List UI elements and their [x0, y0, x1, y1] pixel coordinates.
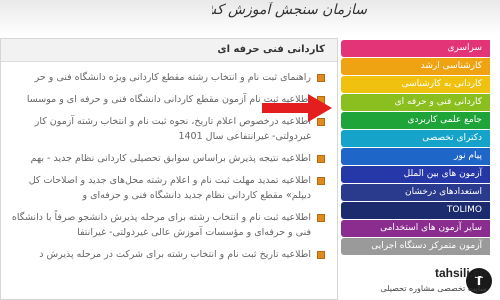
menu-item-elmi-karbordi[interactable]: جامع علمی کاربردی	[341, 112, 490, 129]
news-link[interactable]: اطلاعیه ثبت نام و انتخاب رشته برای مرحله…	[12, 212, 311, 238]
news-item[interactable]: راهنمای ثبت نام و انتخاب رشته مقطع کاردا…	[1, 66, 337, 88]
bullet-icon	[317, 74, 325, 82]
news-link[interactable]: راهنمای ثبت نام و انتخاب رشته مقطع کاردا…	[35, 72, 311, 83]
footer-tagline: سایت تخصصی مشاوره تحصیلی	[380, 284, 487, 293]
menu-item-executive[interactable]: آزمون متمرکز دستگاه اجرایی	[341, 238, 490, 255]
news-item[interactable]: اطلاعیه نتیجه پذیرش براساس سوابق تحصیلی …	[1, 147, 337, 169]
menu-item-fani-herfei[interactable]: کاردانی فنی و حرفه ای	[341, 94, 490, 111]
bullet-icon	[317, 177, 325, 185]
menu-item-hiring[interactable]: سایر آزمون های استخدامی	[341, 220, 490, 237]
menu-item-international[interactable]: آزمون های بین الملل	[341, 166, 490, 183]
menu-item-sarasari[interactable]: سراسری	[341, 40, 490, 57]
tahsili-logo: T tahsili.co سایت تخصصی مشاوره تحصیلی	[330, 266, 495, 298]
bullet-icon	[317, 251, 325, 259]
news-item[interactable]: اطلاعیه تاریخ ثبت نام و انتخاب رشته برای…	[1, 243, 337, 265]
menu-item-doctora[interactable]: دکترای تخصصی	[341, 130, 490, 147]
content-title: کاردانی فنی حرفه ای	[1, 39, 337, 62]
bullet-icon	[317, 155, 325, 163]
news-list: راهنمای ثبت نام و انتخاب رشته مقطع کاردا…	[1, 62, 337, 265]
category-menu: سراسری کارشناسی ارشد کاردانی به کارشناسی…	[341, 40, 490, 256]
menu-item-payam-noor[interactable]: پیام نور	[341, 148, 490, 165]
news-item[interactable]: اطلاعیه تمدید مهلت ثبت نام و اعلام رشته …	[1, 169, 337, 206]
menu-item-arshad[interactable]: کارشناسی ارشد	[341, 58, 490, 75]
news-link[interactable]: اطلاعیه تاریخ ثبت نام و انتخاب رشته برای…	[39, 249, 311, 260]
bullet-icon	[317, 214, 325, 222]
site-header: سازمان سنجش آموزش کشور	[0, 0, 500, 36]
menu-item-tolimo[interactable]: TOLIMO	[341, 202, 490, 219]
footer-brand: tahsili.co	[434, 266, 487, 280]
menu-item-kardani-karshenasi[interactable]: کاردانی به کارشناسی	[341, 76, 490, 93]
news-link[interactable]: اطلاعیه تمدید مهلت ثبت نام و اعلام رشته …	[29, 175, 311, 201]
site-logo: سازمان سنجش آموزش کشور	[212, 2, 367, 18]
news-item[interactable]: اطلاعیه ثبت نام و انتخاب رشته برای مرحله…	[1, 206, 337, 243]
content-panel: کاردانی فنی حرفه ای راهنمای ثبت نام و ان…	[0, 38, 338, 300]
news-link[interactable]: اطلاعیه نتیجه پذیرش براساس سوابق تحصیلی …	[31, 153, 311, 164]
red-arrow-icon	[262, 94, 332, 122]
menu-item-talents[interactable]: استعدادهای درخشان	[341, 184, 490, 201]
